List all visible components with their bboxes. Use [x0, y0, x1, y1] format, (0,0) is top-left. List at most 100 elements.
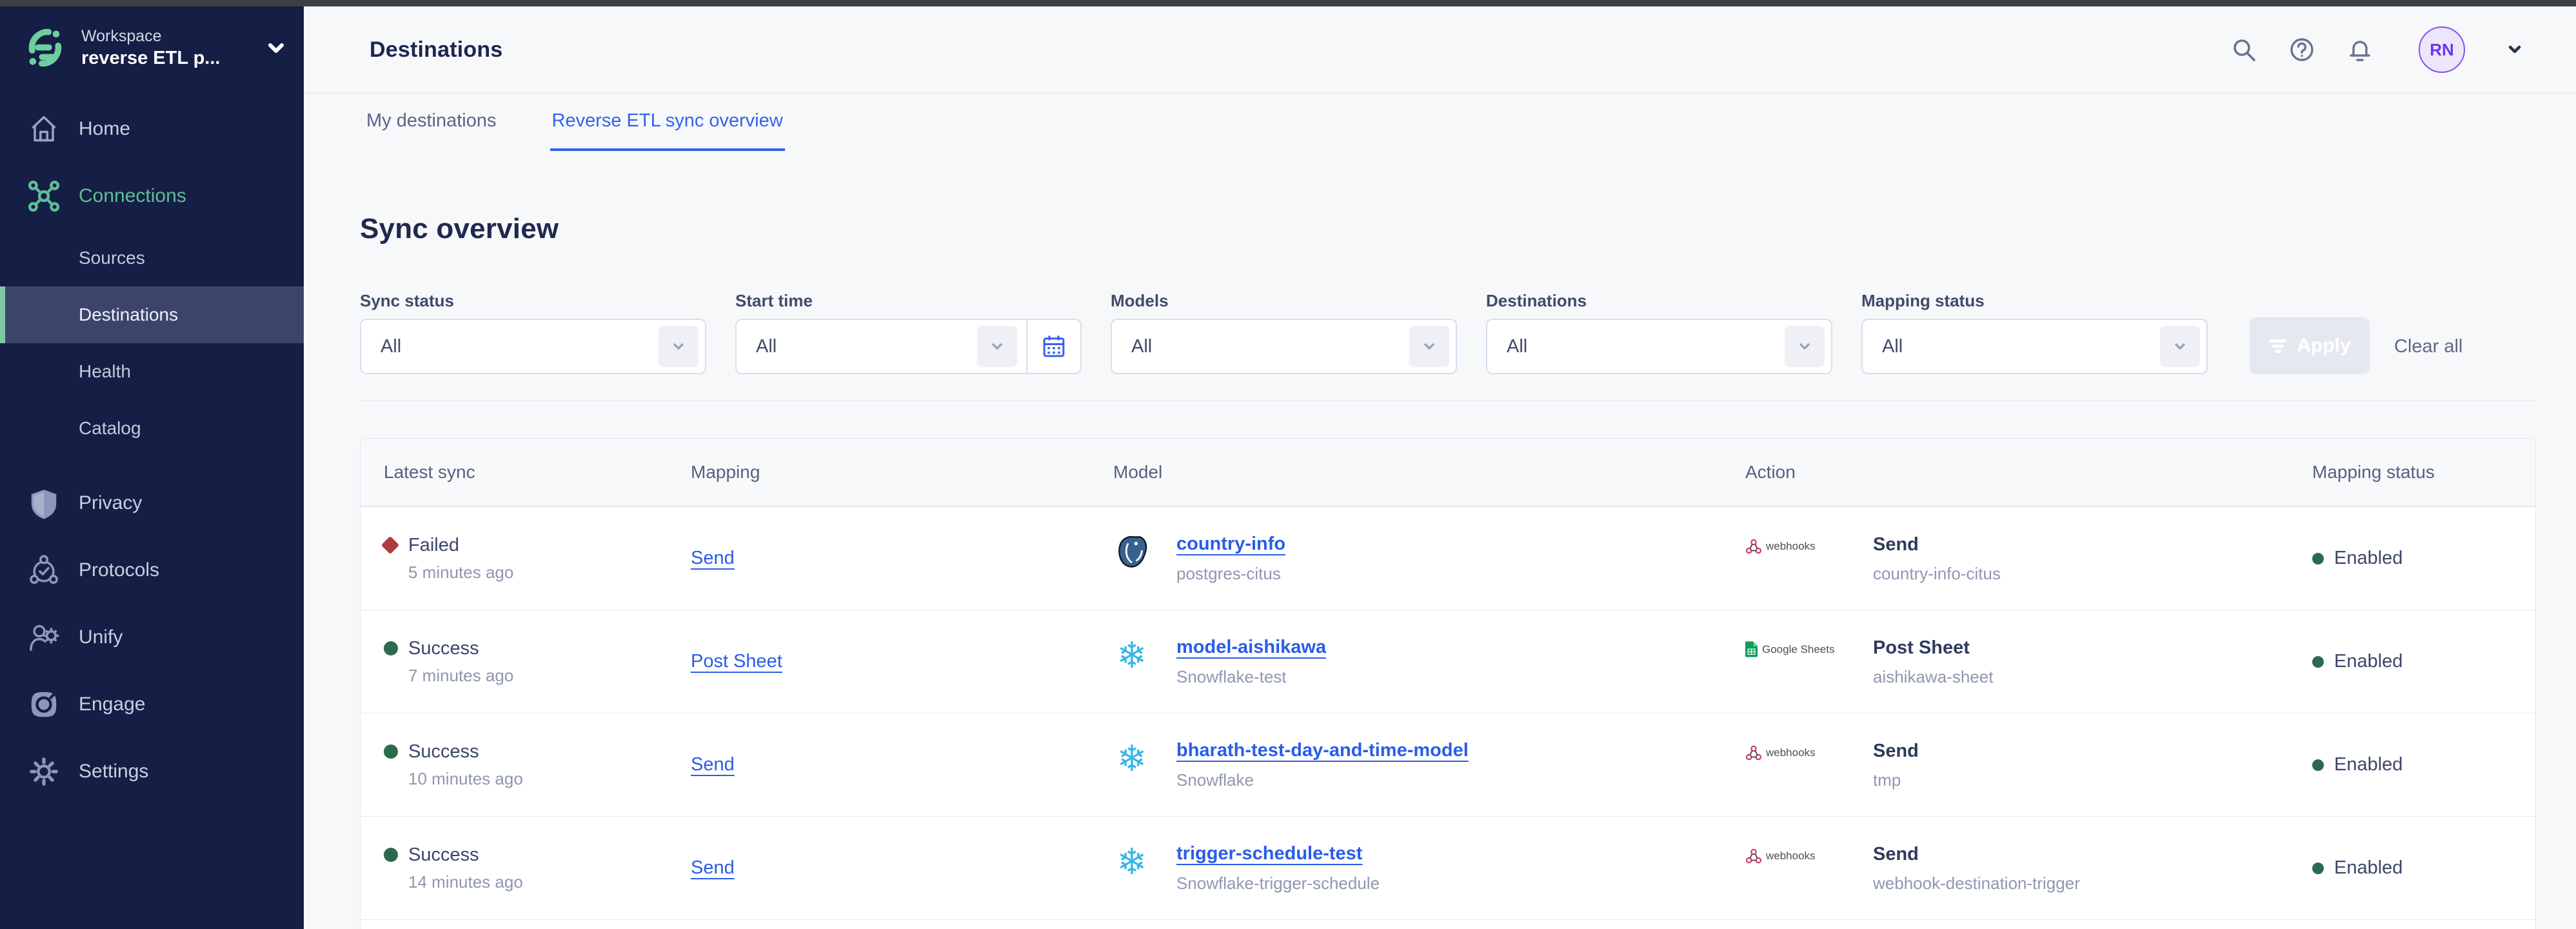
tab-my-destinations[interactable]: My destinations — [364, 110, 499, 151]
success-status-icon — [384, 641, 398, 655]
selected-value: All — [1131, 336, 1152, 357]
sync-status-select[interactable]: All — [360, 319, 706, 374]
account-chevron-down-icon[interactable] — [2505, 40, 2524, 59]
vendor-name: Google Sheets — [1762, 643, 1834, 656]
unify-icon — [26, 619, 62, 655]
action-subtitle: aishikawa-sheet — [1873, 667, 1993, 687]
enabled-status-icon — [2312, 759, 2324, 771]
apply-button[interactable]: Apply — [2250, 317, 2370, 374]
mapping-link[interactable]: Send — [691, 754, 735, 775]
sidebar-item-destinations[interactable]: Destinations — [0, 286, 304, 343]
home-icon — [26, 111, 62, 147]
sidebar-item-privacy[interactable]: Privacy — [0, 470, 304, 537]
calendar-icon[interactable] — [1026, 320, 1080, 373]
table-row: Failed 5 minutes ago Send country-info p… — [361, 506, 2535, 610]
vendor-name: webhooks — [1766, 850, 1816, 863]
chevron-down-icon — [977, 326, 1017, 367]
tab-reverse-etl-sync-overview[interactable]: Reverse ETL sync overview — [550, 110, 785, 151]
main-content: Destinations RN My destinations Reverse … — [304, 6, 2576, 929]
failed-status-icon — [381, 536, 399, 554]
filters-divider — [360, 400, 2536, 401]
sidebar-item-label: Settings — [79, 761, 148, 783]
chevron-down-icon — [2160, 326, 2200, 367]
model-link[interactable]: model-aishikawa — [1176, 637, 1326, 657]
page-title: Destinations — [370, 37, 502, 63]
filter-start-time: Start time All — [735, 290, 1082, 374]
mapping-status: Enabled — [2334, 857, 2403, 879]
filter-mapping-status: Mapping status All — [1861, 290, 2208, 374]
help-icon[interactable] — [2288, 36, 2315, 63]
selected-value: All — [381, 336, 401, 357]
mapping-link[interactable]: Send — [691, 548, 735, 568]
column-header-action: Action — [1745, 462, 2312, 483]
sidebar-item-sources[interactable]: Sources — [0, 230, 304, 286]
filter-destinations: Destinations All — [1486, 290, 1832, 374]
snowflake-icon: ❄ — [1113, 843, 1151, 881]
sync-time: 5 minutes ago — [408, 563, 691, 583]
sidebar-item-label: Destinations — [79, 305, 178, 325]
postgres-icon — [1113, 534, 1151, 571]
model-link[interactable]: bharath-test-day-and-time-model — [1176, 740, 1469, 761]
sidebar-item-label: Health — [79, 361, 131, 382]
mapping-status-select[interactable]: All — [1861, 319, 2208, 374]
column-header-mapping: Mapping — [691, 462, 1113, 483]
workspace-chevron-down-icon[interactable] — [265, 37, 287, 59]
filter-sync-status: Sync status All — [360, 290, 706, 374]
model-subtitle: postgres-citus — [1176, 564, 1285, 584]
sidebar-item-label: Catalog — [79, 418, 141, 439]
sidebar-item-label: Protocols — [79, 559, 159, 581]
sidebar-item-protocols[interactable]: Protocols — [0, 537, 304, 604]
enabled-status-icon — [2312, 656, 2324, 668]
action-subtitle: webhook-destination-trigger — [1873, 874, 2080, 894]
selected-value: All — [756, 336, 777, 357]
table-row: Success 7 minutes ago Post Sheet ❄ model… — [361, 610, 2535, 713]
webhooks-logo: webhooks — [1745, 538, 1855, 555]
table-row: Success 10 minutes ago Send ❄ bharath-te… — [361, 713, 2535, 816]
rudderstack-logo-icon — [23, 26, 67, 70]
model-link[interactable]: country-info — [1176, 534, 1285, 554]
filter-label: Destinations — [1486, 290, 1832, 311]
start-time-select[interactable]: All — [735, 319, 1082, 374]
mapping-link[interactable]: Post Sheet — [691, 651, 782, 672]
vendor-name: webhooks — [1766, 746, 1816, 759]
column-header-mapping-status: Mapping status — [2312, 462, 2535, 483]
sidebar-item-catalog[interactable]: Catalog — [0, 400, 304, 457]
sidebar-item-settings[interactable]: Settings — [0, 738, 304, 805]
connections-icon — [26, 178, 62, 214]
action-subtitle: tmp — [1873, 770, 1919, 790]
sidebar-item-label: Home — [79, 118, 130, 140]
sync-status: Failed — [408, 535, 459, 556]
sidebar-item-unify[interactable]: Unify — [0, 604, 304, 671]
sidebar-item-connections[interactable]: Connections — [0, 163, 304, 230]
google-sheets-logo: Google Sheets — [1745, 641, 1855, 658]
sidebar-item-health[interactable]: Health — [0, 343, 304, 400]
sidebar-item-engage[interactable]: Engage — [0, 671, 304, 738]
shield-icon — [26, 485, 62, 521]
column-header-model: Model — [1113, 462, 1745, 483]
sync-overview-table: Latest sync Mapping Model Action Mapping… — [360, 438, 2536, 929]
models-select[interactable]: All — [1111, 319, 1457, 374]
chevron-down-icon — [1785, 326, 1825, 367]
snowflake-icon: ❄ — [1113, 637, 1151, 674]
filter-label: Models — [1111, 290, 1457, 311]
bell-icon[interactable] — [2346, 36, 2373, 63]
workspace-name: reverse ETL p... — [81, 46, 260, 70]
sync-time: 14 minutes ago — [408, 872, 691, 892]
mapping-link[interactable]: Send — [691, 857, 735, 878]
filter-label: Start time — [735, 290, 1082, 311]
action-subtitle: country-info-citus — [1873, 564, 2001, 584]
model-link[interactable]: trigger-schedule-test — [1176, 843, 1362, 864]
workspace-switcher[interactable]: Workspace reverse ETL p... — [0, 6, 304, 70]
search-icon[interactable] — [2230, 36, 2257, 63]
sidebar: Workspace reverse ETL p... Home Connecti… — [0, 6, 304, 929]
filter-label: Mapping status — [1861, 290, 2208, 311]
clear-all-link[interactable]: Clear all — [2394, 336, 2462, 357]
filters-bar: Sync status All Start time All — [360, 290, 2576, 374]
destinations-select[interactable]: All — [1486, 319, 1832, 374]
webhooks-logo: webhooks — [1745, 848, 1855, 864]
app-header: Destinations RN — [304, 6, 2576, 94]
sidebar-item-label: Engage — [79, 694, 145, 715]
sidebar-item-home[interactable]: Home — [0, 95, 304, 163]
avatar[interactable]: RN — [2419, 26, 2465, 73]
chevron-down-icon — [659, 326, 698, 367]
